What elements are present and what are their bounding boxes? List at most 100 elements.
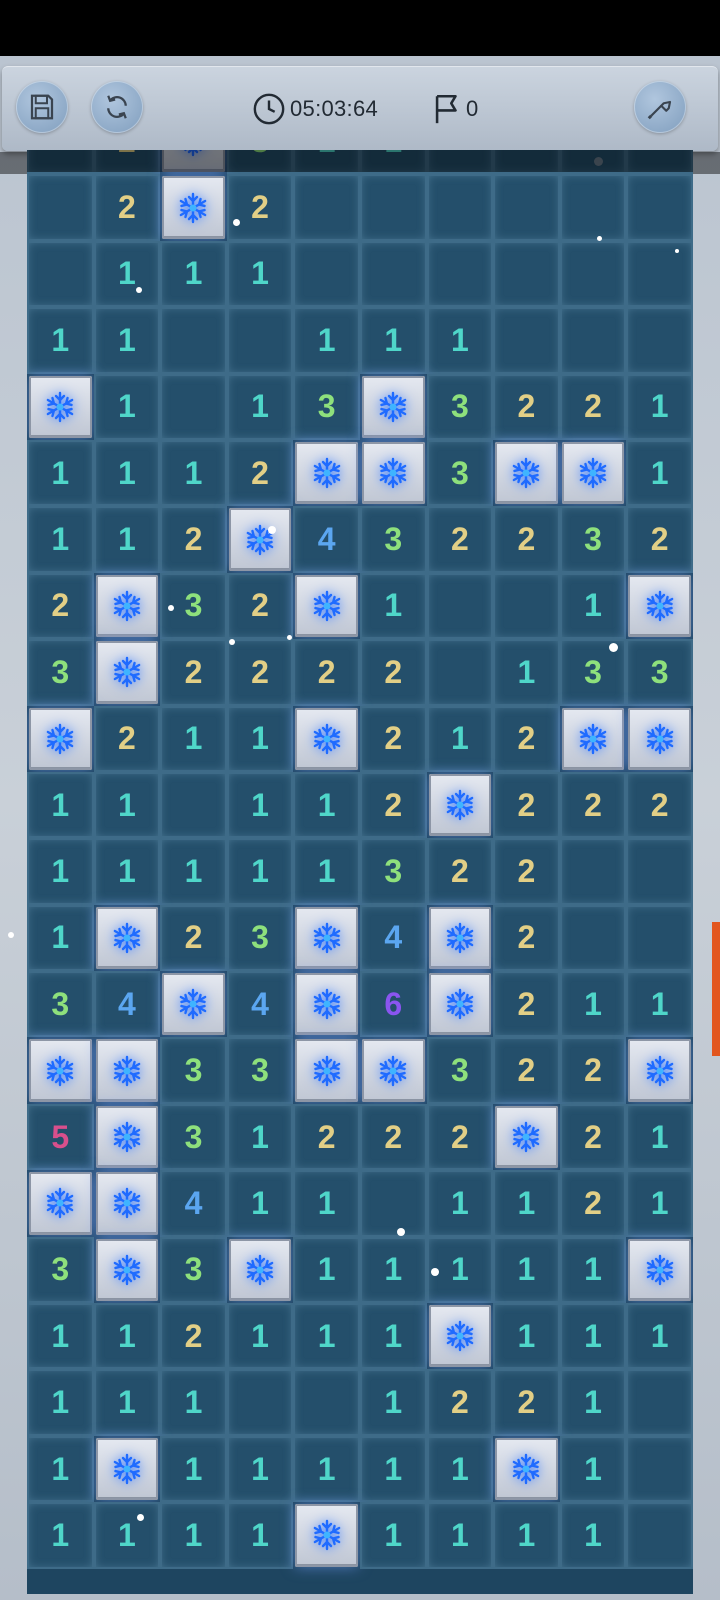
number-cell[interactable]: 1 bbox=[293, 771, 360, 839]
number-cell[interactable]: 1 bbox=[27, 838, 94, 905]
empty-cell[interactable] bbox=[626, 174, 693, 241]
save-button[interactable] bbox=[16, 81, 68, 133]
number-cell[interactable]: 3 bbox=[426, 1037, 494, 1104]
empty-cell[interactable] bbox=[626, 307, 693, 374]
empty-cell[interactable] bbox=[160, 771, 227, 839]
empty-cell[interactable] bbox=[626, 150, 693, 175]
number-cell[interactable]: 2 bbox=[293, 639, 360, 706]
number-cell[interactable]: 1 bbox=[160, 1369, 227, 1436]
number-cell[interactable]: 3 bbox=[160, 1037, 227, 1104]
empty-cell[interactable] bbox=[426, 639, 494, 706]
number-cell[interactable]: 2 bbox=[626, 506, 693, 573]
empty-cell[interactable] bbox=[626, 904, 693, 972]
empty-cell[interactable] bbox=[559, 240, 627, 308]
mine-cell[interactable] bbox=[361, 375, 425, 438]
mine-cell[interactable] bbox=[95, 1437, 159, 1501]
number-cell[interactable]: 4 bbox=[93, 971, 161, 1038]
mine-cell[interactable] bbox=[561, 707, 625, 770]
empty-cell[interactable] bbox=[226, 1369, 294, 1436]
number-cell[interactable]: 3 bbox=[27, 1236, 94, 1304]
number-cell[interactable]: 1 bbox=[359, 1435, 427, 1503]
number-cell[interactable]: 2 bbox=[426, 1369, 494, 1436]
mine-cell[interactable] bbox=[29, 707, 92, 770]
number-cell[interactable]: 1 bbox=[426, 1435, 494, 1503]
mine-cell[interactable] bbox=[295, 441, 358, 505]
number-cell[interactable]: 2 bbox=[160, 506, 227, 573]
number-cell[interactable]: 1 bbox=[93, 1303, 161, 1370]
number-cell[interactable]: 2 bbox=[559, 1037, 627, 1104]
number-cell[interactable]: 3 bbox=[426, 439, 494, 507]
number-cell[interactable]: 1 bbox=[359, 307, 427, 374]
empty-cell[interactable] bbox=[626, 1435, 693, 1503]
mine-cell[interactable] bbox=[29, 1039, 92, 1102]
number-cell[interactable]: 2 bbox=[493, 838, 560, 905]
number-cell[interactable]: 1 bbox=[93, 1369, 161, 1436]
mine-cell[interactable] bbox=[95, 641, 159, 704]
number-cell[interactable]: 1 bbox=[160, 705, 227, 772]
number-cell[interactable]: 3 bbox=[359, 838, 427, 905]
empty-cell[interactable] bbox=[160, 373, 227, 440]
number-cell[interactable]: 1 bbox=[293, 1170, 360, 1237]
number-cell[interactable]: 1 bbox=[293, 150, 360, 175]
mine-cell[interactable] bbox=[95, 906, 159, 970]
mine-cell[interactable] bbox=[628, 1039, 691, 1102]
number-cell[interactable]: 1 bbox=[160, 1502, 227, 1569]
number-cell[interactable]: 2 bbox=[359, 705, 427, 772]
number-cell[interactable]: 1 bbox=[293, 838, 360, 905]
mine-cell[interactable] bbox=[29, 375, 92, 438]
number-cell[interactable]: 1 bbox=[493, 1170, 560, 1237]
mine-cell[interactable] bbox=[228, 1238, 292, 1302]
number-cell[interactable]: 2 bbox=[93, 174, 161, 241]
restart-button[interactable] bbox=[91, 81, 143, 133]
mine-cell[interactable] bbox=[428, 773, 492, 837]
number-cell[interactable]: 1 bbox=[626, 1170, 693, 1237]
number-cell[interactable]: 1 bbox=[27, 307, 94, 374]
number-cell[interactable]: 1 bbox=[493, 1303, 560, 1370]
number-cell[interactable]: 1 bbox=[626, 373, 693, 440]
number-cell[interactable]: 1 bbox=[27, 1303, 94, 1370]
mine-cell[interactable] bbox=[162, 150, 225, 173]
empty-cell[interactable] bbox=[293, 240, 360, 308]
number-cell[interactable]: 1 bbox=[293, 1303, 360, 1370]
number-cell[interactable]: 2 bbox=[559, 373, 627, 440]
empty-cell[interactable] bbox=[27, 240, 94, 308]
number-cell[interactable]: 5 bbox=[27, 1103, 94, 1171]
empty-cell[interactable] bbox=[426, 150, 494, 175]
number-cell[interactable]: 1 bbox=[559, 1236, 627, 1304]
empty-cell[interactable] bbox=[426, 174, 494, 241]
number-cell[interactable]: 2 bbox=[559, 1170, 627, 1237]
number-cell[interactable]: 1 bbox=[226, 705, 294, 772]
empty-cell[interactable] bbox=[426, 572, 494, 640]
mine-cell[interactable] bbox=[95, 1039, 159, 1102]
empty-cell[interactable] bbox=[559, 307, 627, 374]
number-cell[interactable]: 2 bbox=[559, 1103, 627, 1171]
number-cell[interactable]: 3 bbox=[27, 971, 94, 1038]
number-cell[interactable]: 4 bbox=[226, 971, 294, 1038]
number-cell[interactable]: 1 bbox=[160, 439, 227, 507]
number-cell[interactable]: 1 bbox=[27, 1369, 94, 1436]
number-cell[interactable]: 1 bbox=[93, 439, 161, 507]
number-cell[interactable]: 2 bbox=[226, 572, 294, 640]
empty-cell[interactable] bbox=[493, 572, 560, 640]
number-cell[interactable]: 1 bbox=[626, 1303, 693, 1370]
mine-cell[interactable] bbox=[428, 1305, 492, 1368]
number-cell[interactable]: 3 bbox=[226, 150, 294, 175]
number-cell[interactable]: 1 bbox=[160, 838, 227, 905]
number-cell[interactable]: 2 bbox=[493, 506, 560, 573]
edge-tab[interactable] bbox=[712, 922, 720, 1056]
number-cell[interactable]: 2 bbox=[493, 705, 560, 772]
number-cell[interactable]: 3 bbox=[27, 639, 94, 706]
mine-cell[interactable] bbox=[428, 906, 492, 970]
empty-cell[interactable] bbox=[493, 240, 560, 308]
number-cell[interactable]: 3 bbox=[160, 1236, 227, 1304]
number-cell[interactable]: 3 bbox=[160, 1103, 227, 1171]
number-cell[interactable]: 3 bbox=[359, 506, 427, 573]
number-cell[interactable]: 2 bbox=[93, 705, 161, 772]
number-cell[interactable]: 1 bbox=[626, 1103, 693, 1171]
mine-cell[interactable] bbox=[495, 1437, 558, 1501]
empty-cell[interactable] bbox=[426, 240, 494, 308]
mine-cell[interactable] bbox=[295, 906, 358, 970]
number-cell[interactable]: 1 bbox=[293, 1236, 360, 1304]
number-cell[interactable]: 1 bbox=[359, 1502, 427, 1569]
tool-toggle-button[interactable] bbox=[634, 81, 686, 133]
